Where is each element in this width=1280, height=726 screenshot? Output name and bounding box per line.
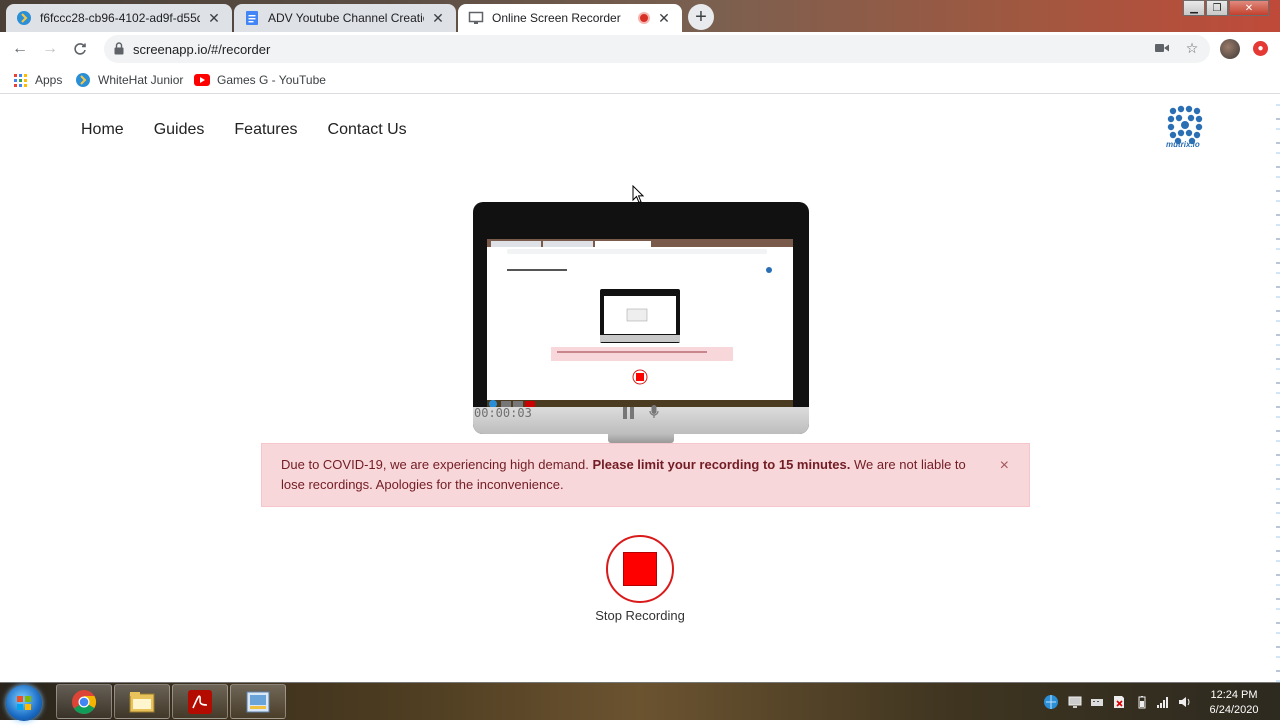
action-center-icon[interactable] [1112, 695, 1126, 709]
monitor-frame [473, 202, 809, 434]
tab-adv-youtube[interactable]: ADV Youtube Channel Creation ✕ [234, 4, 456, 32]
stop-square-icon [623, 552, 657, 586]
monitor-icon [468, 10, 484, 26]
nav-features[interactable]: Features [234, 121, 297, 139]
minimize-button[interactable]: ▁ [1183, 0, 1205, 16]
tab-whitehat[interactable]: f6fccc28-cb96-4102-ad9f-d55dd ✕ [6, 4, 232, 32]
screen-edge-artifact [1276, 96, 1280, 682]
windows-taskbar: 12:24 PM 6/24/2020 [0, 682, 1280, 721]
tab-title: ADV Youtube Channel Creation [268, 11, 424, 25]
browser-tab-strip: f6fccc28-cb96-4102-ad9f-d55dd ✕ ADV Yout… [0, 0, 1280, 32]
window-close-button[interactable]: ✕ [1229, 0, 1269, 16]
alert-text-bold: Please limit your recording to 15 minute… [592, 457, 851, 472]
close-icon[interactable]: ✕ [430, 10, 446, 26]
bookmark-star-icon[interactable]: ☆ [1182, 38, 1202, 58]
bookmark-label: WhiteHat Junior [98, 73, 184, 87]
pause-icon[interactable] [623, 407, 635, 419]
page-content: Home Guides Features Contact Us mutrix.i… [0, 96, 1280, 682]
screen-preview [473, 202, 809, 434]
back-icon[interactable]: ← [8, 38, 32, 60]
bookmark-games-youtube[interactable]: Games G - YouTube [194, 72, 326, 88]
browser-toolbar: ← → screenapp.io/#/recorder ☆ [0, 32, 1280, 66]
nav-guides[interactable]: Guides [154, 121, 205, 139]
lock-icon [114, 42, 124, 55]
preview-thumbnail [487, 239, 793, 409]
covid-notice-alert: Due to COVID-19, we are experiencing hig… [261, 443, 1030, 507]
nav-home[interactable]: Home [81, 121, 124, 139]
keyboard-icon[interactable] [1090, 695, 1104, 709]
logo-text: mutrix.io [1166, 140, 1200, 149]
extension-icon[interactable]: ● [1253, 41, 1268, 56]
monitor-stand [608, 434, 674, 443]
whitehat-icon [16, 10, 32, 26]
battery-icon[interactable] [1135, 695, 1149, 709]
restore-button[interactable]: ❐ [1206, 0, 1228, 16]
preview-screen [487, 239, 793, 409]
file-explorer-icon [129, 691, 155, 712]
bookmark-whitehat-junior[interactable]: WhiteHat Junior [75, 72, 183, 88]
url-text: screenapp.io/#/recorder [133, 42, 271, 57]
tab-title: Online Screen Recorder [492, 11, 621, 25]
youtube-icon [194, 72, 210, 88]
recording-indicator-icon [638, 12, 650, 24]
taskbar-chrome[interactable] [56, 684, 112, 719]
forward-icon[interactable]: → [38, 38, 62, 60]
acrobat-icon [188, 689, 212, 714]
tab-title: f6fccc28-cb96-4102-ad9f-d55dd [40, 11, 200, 25]
taskbar-paint[interactable] [230, 684, 286, 719]
windows-logo-icon [17, 696, 31, 710]
google-docs-icon [244, 10, 260, 26]
display-icon[interactable] [1068, 695, 1082, 709]
camera-icon[interactable] [1152, 38, 1172, 58]
clock-time: 12:24 PM [1210, 689, 1258, 701]
apps-grid-icon [12, 72, 28, 88]
address-bar[interactable]: screenapp.io/#/recorder [104, 35, 1210, 63]
nav-contact-us[interactable]: Contact Us [328, 121, 407, 139]
taskbar-acrobat[interactable] [172, 684, 228, 719]
site-nav: Home Guides Features Contact Us [81, 121, 407, 139]
stop-recording-label[interactable]: Stop Recording [560, 608, 720, 623]
chrome-icon [72, 689, 97, 714]
network-globe-icon[interactable] [1043, 694, 1059, 710]
system-clock[interactable]: 12:24 PM 6/24/2020 [1204, 688, 1264, 718]
alert-close-icon[interactable]: × [1000, 456, 1009, 476]
close-icon[interactable]: ✕ [656, 10, 672, 26]
microphone-icon[interactable] [649, 405, 659, 419]
reload-icon[interactable] [68, 38, 92, 60]
clock-date: 6/24/2020 [1209, 704, 1259, 716]
whitehat-icon [75, 72, 91, 88]
bookmarks-bar: Apps WhiteHat Junior Games G - YouTube [0, 66, 1280, 94]
start-button[interactable] [6, 685, 42, 721]
window-controls: ▁ ❐ ✕ [1182, 0, 1269, 18]
close-icon[interactable]: ✕ [206, 10, 222, 26]
bookmark-apps[interactable]: Apps [12, 72, 62, 88]
signal-strength-icon[interactable] [1156, 695, 1170, 709]
recording-timer: 00:00:03 [474, 406, 532, 420]
paint-icon [246, 691, 270, 712]
stop-recording-button[interactable] [606, 535, 674, 603]
profile-avatar[interactable] [1220, 39, 1240, 59]
tab-online-screen-recorder[interactable]: Online Screen Recorder ✕ [458, 4, 682, 32]
mouse-cursor-icon [632, 185, 644, 204]
new-tab-button[interactable]: + [688, 4, 714, 30]
volume-icon[interactable] [1178, 695, 1192, 709]
bookmark-label: Apps [35, 73, 63, 87]
alert-text-lead: Due to COVID-19, we are experiencing hig… [281, 457, 589, 472]
bookmark-label: Games G - YouTube [217, 73, 326, 87]
taskbar-file-explorer[interactable] [114, 684, 170, 719]
